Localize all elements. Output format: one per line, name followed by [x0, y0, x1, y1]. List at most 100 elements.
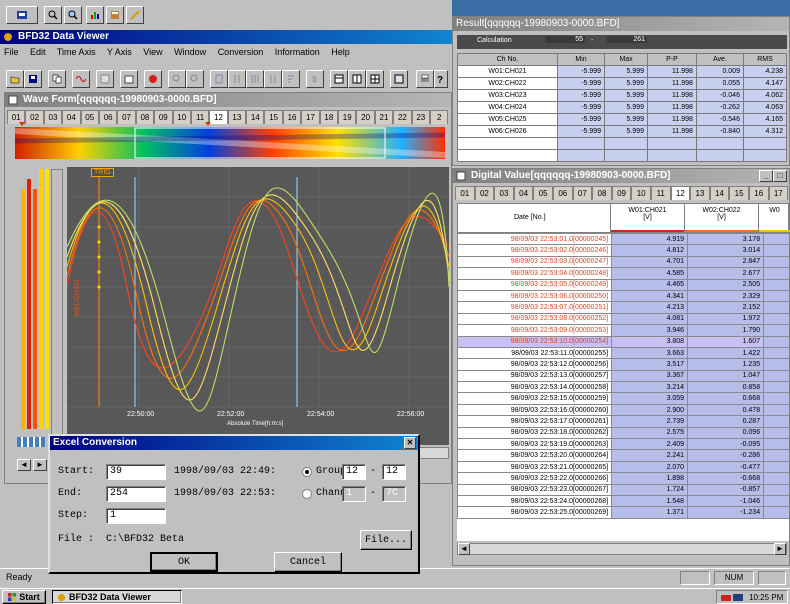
digital-tab-13[interactable]: 13 [690, 186, 710, 200]
digital-tab-16[interactable]: 16 [748, 186, 769, 200]
waveform-tab-08[interactable]: 08 [135, 110, 155, 124]
sort-icon[interactable] [282, 70, 300, 88]
digital-row[interactable]: 98/09/03 22:53:04.0[00000248] 4.585 2.677 [457, 267, 789, 280]
digital-row[interactable]: 98/09/03 22:53:20.0[00000264] 2.241 -0.286 [457, 449, 789, 462]
digital-row[interactable]: 98/09/03 22:53:10.0[00000254] 3.808 1.607 [457, 335, 789, 348]
waveform-tab-18[interactable]: 18 [319, 110, 339, 124]
digital-maximize-button[interactable]: □ [773, 170, 787, 182]
group-radio[interactable] [302, 467, 312, 477]
waveform-tab-20[interactable]: 20 [356, 110, 375, 124]
open-icon[interactable] [6, 70, 24, 88]
menu-conversion[interactable]: Conversion [218, 47, 264, 57]
chart-icon[interactable] [86, 6, 104, 24]
waveform-tab-09[interactable]: 09 [154, 110, 173, 124]
waveform-tab-02[interactable]: 02 [25, 110, 44, 124]
result-row[interactable]: W04:CH024 -5.999 5.999 11.998 -0.262 4.063 [457, 101, 788, 114]
digital-tab-11[interactable]: 11 [650, 186, 671, 200]
digital-row[interactable]: 98/09/03 22:53:23.0[00000267] 1.724 -0.857 [457, 483, 789, 497]
excel-close-button[interactable]: ✕ [404, 437, 416, 449]
result-row[interactable]: W05:CH025 -5.999 5.999 11.998 -0.546 4.165 [457, 113, 788, 126]
digital-row[interactable]: 98/09/03 22:53:18.0[00000262] 2.575 0.096 [457, 426, 789, 440]
result-row[interactable]: W02:CH022 -5.999 5.999 11.998 0.055 4.147 [457, 77, 788, 90]
digital-row[interactable]: 98/09/03 22:53:06.0[00000250] 4.341 2.329 [457, 289, 789, 303]
ok-button[interactable]: OK [150, 552, 218, 572]
table-icon[interactable] [330, 70, 348, 88]
zoom-icon[interactable] [64, 6, 82, 24]
tray-network-icon[interactable] [721, 593, 731, 603]
menu-y-axis[interactable]: Y Axis [107, 47, 132, 57]
waveform-tab-21[interactable]: 21 [374, 110, 394, 124]
digital-tab-14[interactable]: 14 [709, 186, 730, 200]
digital-row[interactable]: 98/09/03 22:53:22.0[00000266] 1.898 -0.668 [457, 472, 789, 485]
digital-tab-01[interactable]: 01 [455, 186, 475, 200]
cursor-b-icon[interactable] [228, 70, 246, 88]
table2-icon[interactable] [348, 70, 366, 88]
calc-to[interactable]: 261 [607, 36, 647, 43]
print-icon[interactable] [416, 70, 434, 88]
dv-scroll-right[interactable]: ► [774, 543, 786, 555]
menu-time-axis[interactable]: Time Axis [57, 47, 96, 57]
waveform-tab-07[interactable]: 07 [117, 110, 136, 124]
digital-row[interactable]: 98/09/03 22:53:15.0[00000259] 3.059 0.668 [457, 392, 789, 405]
waveform-tab-03[interactable]: 03 [43, 110, 63, 124]
start-input[interactable]: 39 [106, 464, 166, 480]
result-row[interactable]: W06:CH026 -5.999 5.999 11.998 -0.840 4.312 [457, 125, 788, 138]
digital-row[interactable]: 98/09/03 22:53:02.0[00000246] 4.812 3.014 [457, 244, 789, 257]
waveform-tab-16[interactable]: 16 [282, 110, 302, 124]
waveform-tab-22[interactable]: 22 [393, 110, 412, 124]
digital-row[interactable]: 98/09/03 22:53:12.0[00000256] 3.517 1.235 [457, 358, 789, 371]
level-slider[interactable] [51, 169, 63, 459]
waveform-tab-14[interactable]: 14 [246, 110, 265, 124]
menu-file[interactable]: File [4, 47, 19, 57]
file-button[interactable]: File... [360, 530, 412, 550]
scroll-right-button[interactable]: ► [33, 459, 47, 471]
tray-display-icon[interactable] [733, 593, 743, 603]
digital-tab-07[interactable]: 07 [572, 186, 593, 200]
digital-row[interactable]: 98/09/03 22:53:03.0[00000247] 4.701 2.847 [457, 255, 789, 269]
library-icon[interactable] [106, 6, 124, 24]
digital-row[interactable]: 98/09/03 22:53:14.0[00000258] 3.214 0.858 [457, 381, 789, 394]
result-row[interactable]: W01:CH021 -5.999 5.999 11.998 0.009 4.238 [457, 65, 788, 78]
channel-to-input[interactable]: 7C [382, 486, 406, 502]
digital-row[interactable]: 98/09/03 22:53:07.0[00000251] 4.213 2.152 [457, 301, 789, 314]
bars2-icon[interactable] [264, 70, 282, 88]
record-icon[interactable] [144, 70, 162, 88]
group-from-input[interactable]: 12 [342, 464, 366, 480]
digital-tab-03[interactable]: 03 [494, 186, 514, 200]
digital-minimize-button[interactable]: _ [759, 170, 773, 182]
waveform-tab-2[interactable]: 2 [429, 110, 449, 124]
grid-icon[interactable] [96, 70, 114, 88]
zoom-in-icon[interactable] [168, 70, 186, 88]
wave-icon[interactable] [72, 70, 90, 88]
waveform-tab-12[interactable]: 12 [209, 110, 228, 124]
digital-row[interactable]: 98/09/03 22:53:01.0[00000245] 4.919 3.178 [457, 233, 789, 246]
dollar-icon[interactable]: $ [306, 70, 324, 88]
waveform-tab-05[interactable]: 05 [80, 110, 99, 124]
digital-tab-10[interactable]: 10 [631, 186, 651, 200]
waveform-tab-17[interactable]: 17 [301, 110, 320, 124]
waveform-tab-19[interactable]: 19 [338, 110, 357, 124]
channel-from-input[interactable]: 1 [342, 486, 366, 502]
digital-tab-12[interactable]: 12 [670, 186, 691, 200]
find-icon[interactable] [44, 6, 62, 24]
help-icon[interactable]: ? [434, 70, 448, 88]
shell-app-icon[interactable] [6, 6, 38, 24]
scroll-left-button[interactable]: ◄ [17, 459, 31, 471]
waveform-tab-04[interactable]: 04 [62, 110, 81, 124]
table3-icon[interactable] [366, 70, 384, 88]
plot-area[interactable]: TRIG W01:CH021 22:50:00 22:52:00 22:54:0… [66, 167, 450, 445]
digital-tab-09[interactable]: 09 [611, 186, 632, 200]
result-row[interactable]: W03:CH023 -5.999 5.999 11.998 -0.046 4.062 [457, 89, 788, 102]
waveform-tab-10[interactable]: 10 [172, 110, 191, 124]
digital-row[interactable]: 98/09/03 22:53:19.0[00000263] 2.409 -0.095 [457, 438, 789, 451]
digital-tab-05[interactable]: 05 [533, 186, 553, 200]
digital-row[interactable]: 98/09/03 22:53:13.0[00000257] 3.367 1.047 [457, 369, 789, 383]
menu-window[interactable]: Window [174, 47, 206, 57]
end-input[interactable]: 254 [106, 486, 166, 502]
group-to-input[interactable]: 12 [382, 464, 406, 480]
task-bfd32[interactable]: BFD32 Data Viewer [52, 590, 182, 604]
digital-tab-17[interactable]: 17 [768, 186, 789, 200]
bars-icon[interactable] [246, 70, 264, 88]
save-icon[interactable] [24, 70, 42, 88]
cursor-a-icon[interactable] [210, 70, 228, 88]
